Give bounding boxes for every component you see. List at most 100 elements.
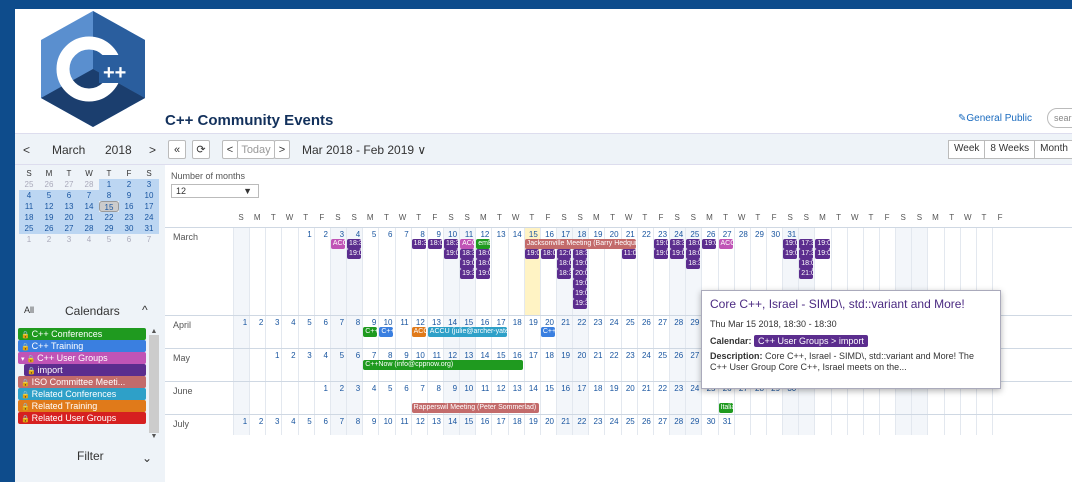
mini-day[interactable]: 2: [39, 234, 59, 245]
event-chip[interactable]: 18:30: [670, 239, 685, 249]
day-cell[interactable]: 2: [249, 415, 265, 435]
day-cell[interactable]: 19: [604, 382, 620, 415]
months-select[interactable]: 12 ▼: [171, 184, 259, 198]
event-chip[interactable]: 19:00: [573, 259, 588, 269]
day-cell[interactable]: 22: [572, 316, 589, 349]
day-cell[interactable]: 20: [539, 415, 556, 435]
event-chip[interactable]: 11:00: [621, 249, 636, 259]
event-chip[interactable]: 19:00: [460, 259, 475, 269]
day-cell[interactable]: 6: [378, 228, 394, 316]
day-cell[interactable]: 17: [572, 382, 589, 415]
mini-day[interactable]: 5: [39, 190, 59, 201]
mini-day[interactable]: 15: [99, 201, 119, 212]
event-chip[interactable]: 17:30: [799, 249, 814, 259]
day-cell[interactable]: 20: [572, 349, 589, 382]
mini-day[interactable]: 30: [119, 223, 139, 234]
mini-day[interactable]: 16: [119, 201, 139, 212]
calendar-item[interactable]: 🔒 ISO Committee Meeti...: [18, 376, 146, 388]
mini-day[interactable]: 17: [139, 201, 159, 212]
day-cell[interactable]: 9: [362, 415, 378, 435]
refresh-icon[interactable]: ⟳: [192, 140, 210, 159]
day-cell[interactable]: 6: [313, 415, 330, 435]
event-chip[interactable]: 19:00: [653, 249, 669, 259]
day-cell[interactable]: 4: [362, 382, 378, 415]
day-cell[interactable]: 12: [410, 415, 427, 435]
day-cell[interactable]: 4: [281, 415, 297, 435]
day-cell[interactable]: 18: [539, 349, 556, 382]
day-cell[interactable]: 23: [588, 316, 604, 349]
first-button[interactable]: «: [168, 140, 186, 159]
event-chip[interactable]: 18:30: [443, 239, 459, 249]
event-chip[interactable]: 18:00: [476, 259, 491, 269]
day-cell[interactable]: 3: [297, 349, 314, 382]
day-cell[interactable]: 24: [636, 349, 653, 382]
event-chip[interactable]: C++: [363, 327, 378, 337]
day-cell[interactable]: 5: [378, 382, 394, 415]
day-cell[interactable]: 29: [685, 316, 702, 349]
day-cell[interactable]: 27: [652, 316, 669, 349]
day-cell[interactable]: 7: [394, 228, 411, 316]
mini-day[interactable]: 24: [139, 212, 159, 223]
day-cell[interactable]: 1: [233, 415, 250, 435]
event-chip[interactable]: ACC: [411, 327, 426, 337]
day-cell[interactable]: 26: [636, 415, 653, 435]
day-cell[interactable]: 23: [620, 349, 637, 382]
day-cell[interactable]: 24: [604, 415, 620, 435]
mini-day[interactable]: 1: [99, 179, 119, 190]
day-cell[interactable]: 1: [265, 349, 281, 382]
day-cell[interactable]: 13: [491, 228, 507, 316]
event-chip[interactable]: Jacksonville Meeting (Barry Hedquist): [524, 239, 636, 249]
day-cell[interactable]: 3: [346, 382, 363, 415]
day-cell[interactable]: 8: [346, 316, 363, 349]
calendar-item[interactable]: 🔒 C++ Training: [18, 340, 146, 352]
event-chip[interactable]: 21:00: [799, 269, 814, 279]
day-cell[interactable]: 3: [265, 316, 281, 349]
day-cell[interactable]: 22: [572, 415, 589, 435]
mini-day[interactable]: 25: [19, 223, 39, 234]
event-chip[interactable]: 20:00: [573, 269, 588, 279]
prev-button[interactable]: <: [222, 140, 238, 159]
event-chip[interactable]: 19:00: [443, 249, 459, 259]
mini-day[interactable]: 27: [59, 179, 79, 190]
day-cell[interactable]: 1: [233, 316, 250, 349]
event-chip[interactable]: 19:00: [815, 249, 830, 259]
chevron-down-icon[interactable]: ⌄: [142, 451, 152, 465]
audience-link[interactable]: ✎General Public: [958, 113, 1032, 124]
event-chip[interactable]: 19:00: [573, 289, 588, 299]
day-cell[interactable]: 14: [442, 415, 460, 435]
mini-day[interactable]: 6: [59, 190, 79, 201]
mini-day[interactable]: 28: [79, 223, 99, 234]
day-cell[interactable]: 18: [507, 316, 524, 349]
event-chip[interactable]: 18:00: [427, 239, 442, 249]
calendar-item[interactable]: 🔒 Related Conferences: [18, 388, 146, 400]
mini-day[interactable]: 26: [39, 179, 59, 190]
day-cell[interactable]: 18: [588, 382, 604, 415]
day-cell[interactable]: 16: [556, 382, 573, 415]
mini-prev-button[interactable]: <: [23, 143, 30, 157]
mini-day[interactable]: 19: [39, 212, 59, 223]
day-cell[interactable]: 21: [556, 316, 573, 349]
calendar-item[interactable]: ▾ 🔒 C++ User Groups: [18, 352, 146, 364]
mini-day[interactable]: 9: [119, 190, 139, 201]
day-cell[interactable]: 22: [604, 349, 620, 382]
event-chip[interactable]: Italian: [718, 403, 733, 413]
next-button[interactable]: >: [274, 140, 290, 159]
event-chip[interactable]: 19:00: [702, 239, 717, 249]
day-cell[interactable]: 29: [685, 415, 702, 435]
mini-day[interactable]: 1: [19, 234, 39, 245]
view-8weeks-button[interactable]: 8 Weeks: [984, 140, 1036, 159]
day-cell[interactable]: 23: [588, 415, 604, 435]
event-chip[interactable]: 19:00: [670, 249, 685, 259]
event-chip[interactable]: ACC: [718, 239, 733, 249]
event-chip[interactable]: 18:00: [686, 239, 701, 249]
day-cell[interactable]: 19: [523, 316, 540, 349]
day-cell[interactable]: 15: [459, 415, 476, 435]
mini-day[interactable]: 5: [99, 234, 119, 245]
event-chip[interactable]: C++: [379, 327, 394, 337]
day-cell[interactable]: 2: [313, 228, 330, 316]
mini-day[interactable]: 20: [59, 212, 79, 223]
event-chip[interactable]: 19:00: [783, 249, 798, 259]
mini-day[interactable]: 2: [119, 179, 139, 190]
event-chip[interactable]: 19:00: [476, 269, 491, 279]
day-cell[interactable]: 25: [652, 349, 669, 382]
